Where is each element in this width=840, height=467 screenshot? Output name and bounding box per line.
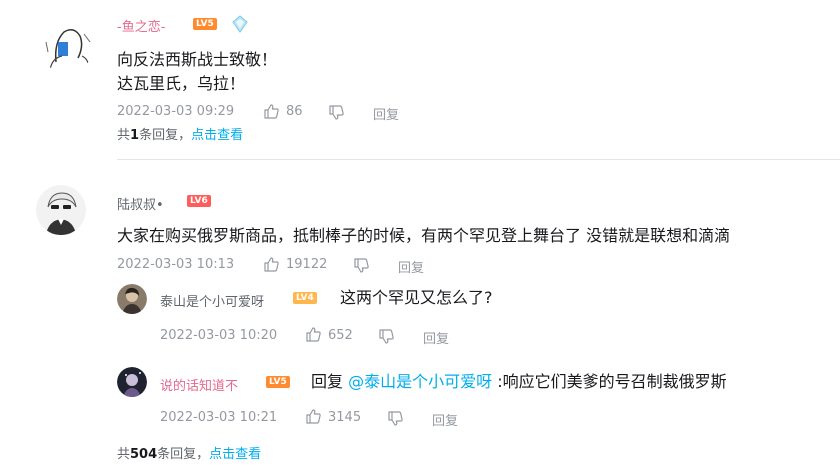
like-count: 19122 <box>286 257 328 272</box>
reply-summary: 共1条回复，点击查看 <box>117 124 243 143</box>
thumbs-down-icon[interactable] <box>387 411 403 427</box>
reply-prefix: 回复 <box>311 372 349 391</box>
level-badge: LV5 <box>193 18 217 30</box>
comment-text: 向反法西斯战士致敬！ <box>117 50 278 69</box>
divider <box>117 159 840 160</box>
thumbs-down-icon[interactable] <box>353 258 369 274</box>
timestamp: 2022-03-03 10:13 <box>117 257 235 272</box>
avatar[interactable] <box>117 284 147 314</box>
like-count: 86 <box>286 104 303 119</box>
summary-prefix: 共 <box>117 128 131 143</box>
timestamp: 2022-03-03 09:29 <box>117 104 235 119</box>
reply-button[interactable]: 回复 <box>423 328 449 347</box>
comment-text: 大家在购买俄罗斯商品，抵制棒子的时候，有两个罕见登上舞台了 没错就是联想和滴滴 <box>117 226 731 245</box>
username[interactable]: 泰山是个小可爱呀 <box>160 291 264 310</box>
level-badge: LV4 <box>293 292 317 304</box>
thumbs-down-icon[interactable] <box>378 329 394 345</box>
summary-count: 1 <box>130 128 140 143</box>
avatar-photo-icon <box>117 284 147 314</box>
thumbs-up-icon[interactable] <box>305 326 321 342</box>
reply-text: 这两个罕见又怎么了? <box>340 288 493 307</box>
thumbs-up-icon[interactable] <box>263 103 279 119</box>
like-count: 3145 <box>328 410 362 425</box>
thumbs-up-icon[interactable] <box>263 256 279 272</box>
reply-button[interactable]: 回复 <box>373 104 399 123</box>
summary-prefix: 共 <box>117 447 131 462</box>
view-replies-link[interactable]: 点击查看 <box>191 128 243 143</box>
username[interactable]: 说的话知道不 <box>160 375 238 394</box>
timestamp: 2022-03-03 10:21 <box>160 410 278 425</box>
thumbs-up-icon[interactable] <box>305 408 321 424</box>
summary-suffix: 条回复， <box>157 447 210 462</box>
reply-button[interactable]: 回复 <box>398 257 424 276</box>
reply-summary: 共504条回复，点击查看 <box>117 443 261 462</box>
comment-text: 达瓦里氏，乌拉！ <box>117 74 246 93</box>
timestamp: 2022-03-03 10:20 <box>160 328 278 343</box>
avatar-sketch-icon <box>36 12 96 72</box>
thumbs-down-icon[interactable] <box>328 105 344 121</box>
username[interactable]: -鱼之恋- <box>117 16 165 35</box>
summary-suffix: 条回复， <box>139 128 192 143</box>
level-badge: LV5 <box>266 376 290 388</box>
reply-button[interactable]: 回复 <box>432 410 458 429</box>
diamond-medal-icon <box>232 15 248 33</box>
avatar-anime-icon <box>36 185 86 235</box>
avatar-photo-icon <box>117 367 147 397</box>
reply-body: :响应它们美爹的号召制裁俄罗斯 <box>492 372 727 391</box>
level-badge: LV6 <box>187 195 211 207</box>
avatar[interactable] <box>36 185 86 235</box>
view-replies-link[interactable]: 点击查看 <box>209 447 261 462</box>
reply-text: 回复 @泰山是个小可爱呀 :响应它们美爹的号召制裁俄罗斯 <box>311 370 727 394</box>
avatar[interactable] <box>36 12 96 72</box>
avatar[interactable] <box>117 367 147 397</box>
username[interactable]: 陆叔叔• <box>117 194 164 213</box>
summary-count: 504 <box>130 447 158 462</box>
mention-link[interactable]: @泰山是个小可爱呀 <box>348 372 492 391</box>
like-count: 652 <box>328 328 353 343</box>
